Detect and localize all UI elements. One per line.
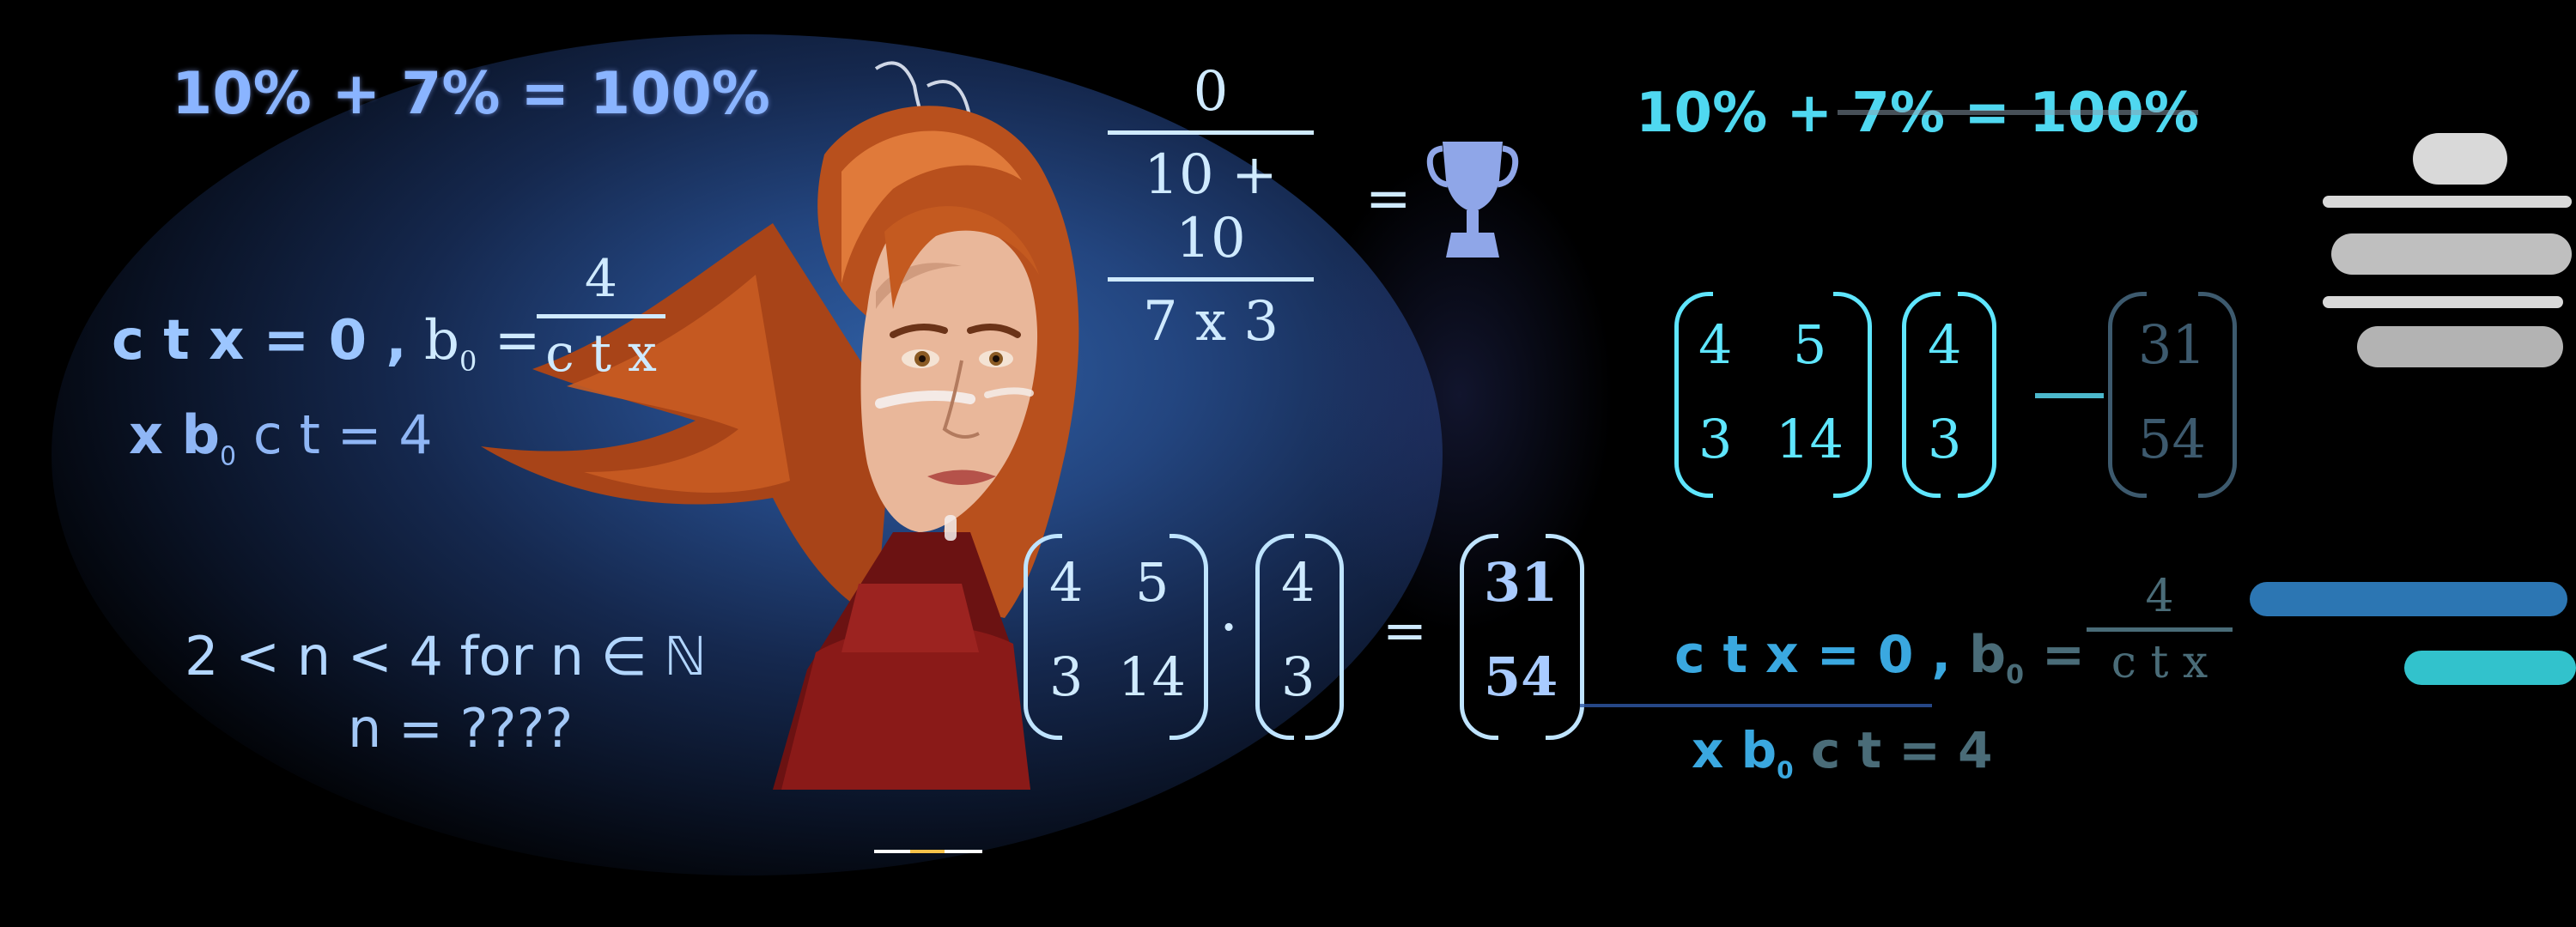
glitch-b-letter: b [1969, 625, 2007, 685]
glitch-ctx-bar [2087, 627, 2233, 632]
fraction-bar-2 [1108, 277, 1314, 282]
glitch-xbct-left: x b [1692, 721, 1777, 779]
fraction-bar-1 [1108, 130, 1314, 135]
ctx-left-text: c t x = 0 , [112, 309, 407, 373]
range-equation: 2 < n < 4 for n ∈ ℕ [185, 625, 707, 688]
glitch-streak-3 [2250, 582, 2567, 616]
glitch-ctx-left: c t x = 0 , [1674, 625, 1952, 685]
b-letter: b [424, 309, 459, 373]
matrix-cell-2-1: 3 [1049, 645, 1084, 708]
glitch-xbct-subscript: 0 [1777, 755, 1794, 785]
glitch-white-blob-3 [2357, 326, 2563, 367]
glitch-result-cell-2: 54 [2138, 408, 2206, 470]
trophy-icon [1426, 142, 1519, 258]
glitch-ctx-fraction: 4 c t x [2087, 571, 2233, 688]
glitch-vector-cell-2: 3 [1928, 408, 1962, 470]
matrix-dot-operator: · [1219, 592, 1239, 663]
matrix-equals: = [1382, 599, 1427, 662]
glitch-result-right-paren [2198, 292, 2237, 498]
glitch-matrix-cell-1-2: 5 [1793, 313, 1827, 376]
xbct-equation: x b0 c t = 4 [129, 403, 433, 471]
ctx-equation: c t x = 0 , b0 = [112, 309, 540, 378]
glitch-white-blob-1 [2413, 133, 2507, 185]
ctx-fraction-bar [537, 314, 665, 318]
glitch-white-bar-2 [2323, 296, 2563, 308]
glitch-xbct-equation: x b0 c t = 4 [1692, 721, 1992, 785]
matrix-cell-1-2: 5 [1135, 551, 1170, 614]
glitch-b-subscript: 0 [2006, 660, 2024, 690]
glitch-ctx-equation: c t x = 0 , b0 = [1674, 625, 2085, 690]
glitch-streak-4 [2404, 651, 2576, 685]
stacked-fraction: 0 10 + 10 7 x 3 [1108, 60, 1314, 354]
glitch-streak-2 [1580, 704, 1932, 707]
glitch-vector-cell-1: 4 [1928, 313, 1962, 376]
subscript-zero: 0 [459, 344, 477, 378]
xbct-subscript: 0 [219, 441, 237, 472]
percent-equation: 10% + 7% = 100% [172, 60, 770, 128]
glitch-ctx-equals: = [2041, 625, 2086, 685]
result-right-paren [1546, 534, 1584, 740]
xbct-left: x b [129, 403, 220, 466]
glitch-b0: b0 [1969, 625, 2024, 690]
glitch-matrix-right-paren [1833, 292, 1872, 498]
n-question-equation: n = ???? [348, 697, 574, 760]
glitch-streak-1 [1838, 110, 2198, 115]
vector-right-paren [1305, 534, 1344, 740]
ctx-fraction: 4 c t x [537, 249, 665, 384]
glitch-white-bar-1 [2323, 196, 2572, 208]
b0-symbol: b0 [424, 309, 477, 378]
glitch-matrix-cell-1-1: 4 [1698, 313, 1733, 376]
matrix-right-paren [1170, 534, 1208, 740]
glitch-vector-right-paren [1958, 292, 1996, 498]
ctx-fraction-numerator: 4 [584, 249, 618, 309]
fraction-middle: 10 + 10 [1144, 143, 1278, 270]
fraction-equals: = [1365, 167, 1412, 231]
equals-sign: = [494, 309, 541, 373]
glitch-result-cell-1: 31 [2138, 313, 2206, 376]
glitch-xbct-right: c t = 4 [1810, 721, 1993, 779]
glitch-matrix-cell-2-1: 3 [1698, 408, 1733, 470]
glitch-equals-streak [2035, 393, 2104, 398]
fraction-top: 0 [1193, 60, 1229, 124]
fraction-bottom: 7 x 3 [1142, 290, 1279, 354]
glitch-ctx-numerator: 4 [2145, 571, 2174, 622]
illustration-canvas: 10% + 7% = 100% c t x = 0 , b0 = 4 c t x… [0, 0, 2576, 927]
ctx-fraction-denominator: c t x [545, 324, 657, 384]
matrix-cell-1-1: 4 [1049, 551, 1084, 614]
glitch-ctx-denominator: c t x [2111, 637, 2208, 688]
bottom-highlight-accent [910, 850, 945, 853]
xbct-right: c t = 4 [252, 403, 433, 466]
glitch-white-blob-2 [2331, 233, 2572, 275]
